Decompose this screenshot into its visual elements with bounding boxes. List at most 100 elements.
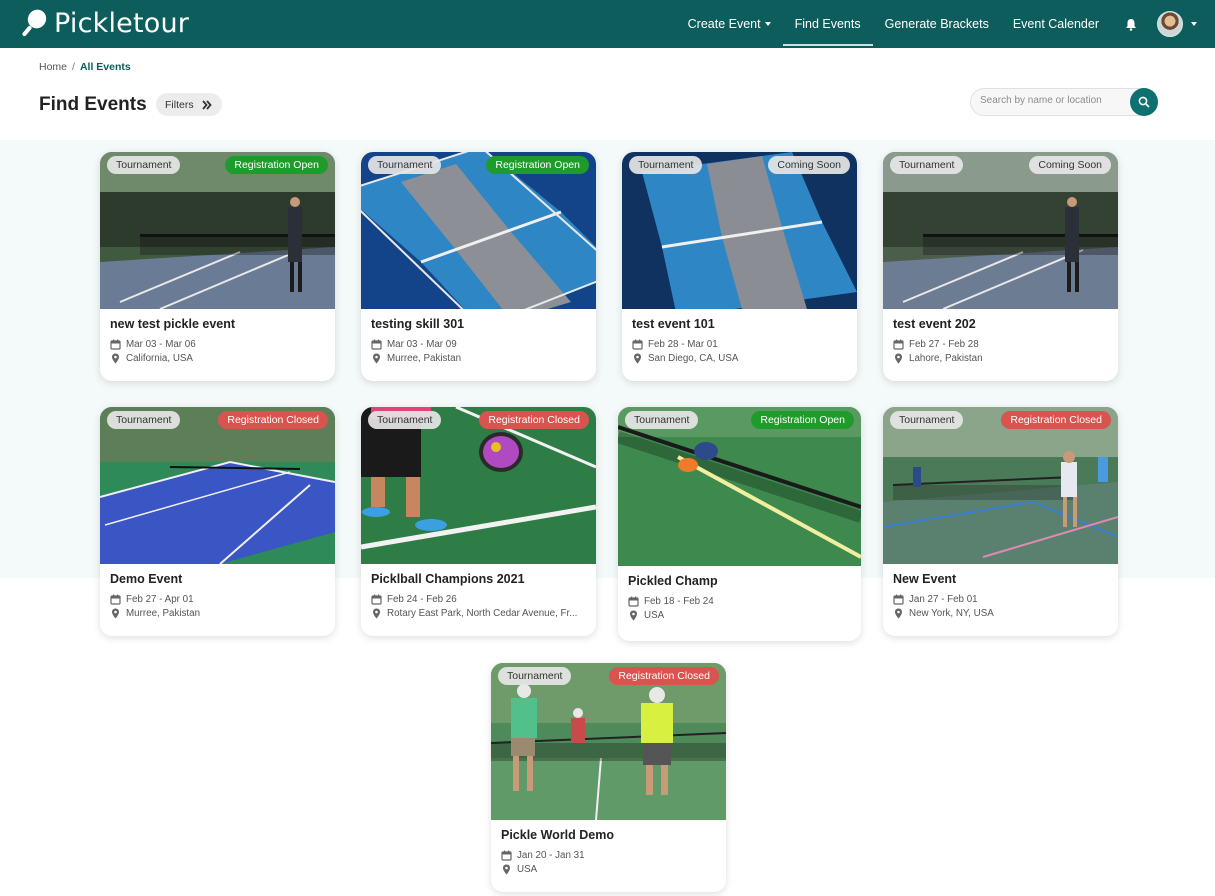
event-location: San Diego, CA, USA [632, 353, 852, 364]
calendar-icon [628, 596, 639, 607]
event-dates-text: Mar 03 - Mar 06 [126, 339, 196, 350]
event-dates: Feb 28 - Mar 01 [632, 339, 852, 350]
event-location: Lahore, Pakistan [893, 353, 1113, 364]
location-pin-icon [373, 608, 380, 619]
status-badge: Registration Open [225, 156, 328, 174]
status-badge: Registration Open [751, 411, 854, 429]
user-menu[interactable] [1151, 0, 1197, 48]
search-input[interactable] [980, 95, 1130, 106]
event-dates: Feb 18 - Feb 24 [628, 596, 848, 607]
event-card[interactable]: Tournament Registration Closed New Event… [883, 407, 1118, 636]
event-type-badge: Tournament [368, 411, 442, 429]
event-title: New Event [893, 572, 957, 586]
event-title: Demo Event [110, 572, 183, 586]
search-button[interactable] [1130, 88, 1158, 116]
breadcrumb-home[interactable]: Home [39, 61, 67, 73]
calendar-icon [632, 339, 643, 350]
nav-find-events[interactable]: Find Events [782, 0, 873, 48]
breadcrumb-separator: / [72, 61, 75, 73]
event-title: test event 202 [893, 317, 976, 331]
event-location: New York, NY, USA [893, 608, 1113, 619]
search-icon [1138, 96, 1150, 108]
status-badge: Registration Closed [1001, 411, 1111, 429]
event-dates: Feb 24 - Feb 26 [371, 594, 591, 605]
event-dates: Jan 20 - Jan 31 [501, 850, 721, 861]
filters-button[interactable]: Filters [156, 93, 222, 116]
chevron-down-icon [764, 22, 771, 26]
event-title: Picklball Champions 2021 [371, 572, 525, 586]
location-pin-icon [895, 353, 902, 364]
nav-create-event-label: Create Event [687, 17, 761, 31]
event-location: Murree, Pakistan [371, 353, 591, 364]
paddle-icon [22, 9, 48, 39]
event-image: Tournament Registration Closed [100, 407, 335, 564]
nav-generate-brackets[interactable]: Generate Brackets [873, 0, 1001, 48]
event-card[interactable]: Tournament Registration Closed Pickle Wo… [491, 663, 726, 892]
calendar-icon [893, 594, 904, 605]
chevron-down-icon [1191, 22, 1197, 26]
event-location-text: Murree, Pakistan [126, 608, 201, 619]
location-pin-icon [373, 353, 380, 364]
event-card[interactable]: Tournament Registration Closed Demo Even… [100, 407, 335, 636]
event-location-text: Murree, Pakistan [387, 353, 462, 364]
event-type-badge: Tournament [890, 156, 964, 174]
event-dates: Mar 03 - Mar 09 [371, 339, 591, 350]
event-dates-text: Jan 27 - Feb 01 [909, 594, 978, 605]
event-image: Tournament Registration Open [361, 152, 596, 309]
location-pin-icon [630, 610, 637, 621]
event-location-text: New York, NY, USA [909, 608, 994, 619]
filters-label: Filters [165, 98, 194, 111]
calendar-icon [893, 339, 904, 350]
brand-name: Pickletour [54, 8, 190, 39]
nav-event-calender[interactable]: Event Calender [1001, 0, 1111, 48]
event-dates-text: Jan 20 - Jan 31 [517, 850, 585, 861]
event-card[interactable]: Tournament Coming Soon test event 101 Fe… [622, 152, 857, 381]
event-location: USA [501, 864, 721, 875]
calendar-icon [501, 850, 512, 861]
event-location: California, USA [110, 353, 330, 364]
event-dates-text: Feb 24 - Feb 26 [387, 594, 457, 605]
location-pin-icon [503, 864, 510, 875]
event-location-text: San Diego, CA, USA [648, 353, 739, 364]
notifications-button[interactable] [1111, 0, 1151, 48]
page-title: Find Events [39, 94, 147, 115]
location-pin-icon [112, 353, 119, 364]
event-image: Tournament Coming Soon [883, 152, 1118, 309]
avatar [1157, 11, 1183, 37]
brand-logo[interactable]: Pickletour [22, 8, 189, 39]
top-navbar: Pickletour Create Event Find Events Gene… [0, 0, 1215, 48]
event-dates-text: Feb 28 - Mar 01 [648, 339, 718, 350]
event-card[interactable]: Tournament Coming Soon test event 202 Fe… [883, 152, 1118, 381]
event-title: test event 101 [632, 317, 715, 331]
event-title: Pickled Champ [628, 574, 718, 588]
breadcrumb-current[interactable]: All Events [80, 61, 131, 73]
calendar-icon [371, 594, 382, 605]
event-dates: Feb 27 - Apr 01 [110, 594, 330, 605]
nav-create-event[interactable]: Create Event [676, 0, 783, 48]
event-location: Rotary East Park, North Cedar Avenue, Fr… [371, 608, 591, 619]
event-title: new test pickle event [110, 317, 236, 331]
event-card[interactable]: Tournament Registration Open testing ski… [361, 152, 596, 381]
event-location: Murree, Pakistan [110, 608, 330, 619]
event-image: Tournament Registration Closed [883, 407, 1118, 564]
event-card[interactable]: Tournament Registration Open new test pi… [100, 152, 335, 381]
status-badge: Registration Closed [479, 411, 589, 429]
status-badge: Coming Soon [1029, 156, 1111, 174]
event-card[interactable]: Tournament Registration Closed Picklball… [361, 407, 596, 636]
calendar-icon [110, 594, 121, 605]
event-location: USA [628, 610, 848, 621]
event-dates-text: Feb 27 - Feb 28 [909, 339, 979, 350]
event-image: Tournament Registration Open [100, 152, 335, 309]
nav-generate-brackets-label: Generate Brackets [884, 17, 989, 31]
event-location-text: Rotary East Park, North Cedar Avenue, Fr… [387, 608, 578, 619]
event-type-badge: Tournament [368, 156, 442, 174]
search-bar [970, 88, 1158, 116]
event-location-text: USA [644, 610, 665, 621]
event-image: Tournament Registration Closed [491, 663, 726, 820]
event-card[interactable]: Tournament Registration Open Pickled Cha… [618, 407, 861, 641]
event-image: Tournament Registration Closed [361, 407, 596, 564]
event-dates: Mar 03 - Mar 06 [110, 339, 330, 350]
status-badge: Registration Open [486, 156, 589, 174]
nav-find-events-label: Find Events [794, 17, 861, 31]
event-title: Pickle World Demo [501, 828, 614, 842]
